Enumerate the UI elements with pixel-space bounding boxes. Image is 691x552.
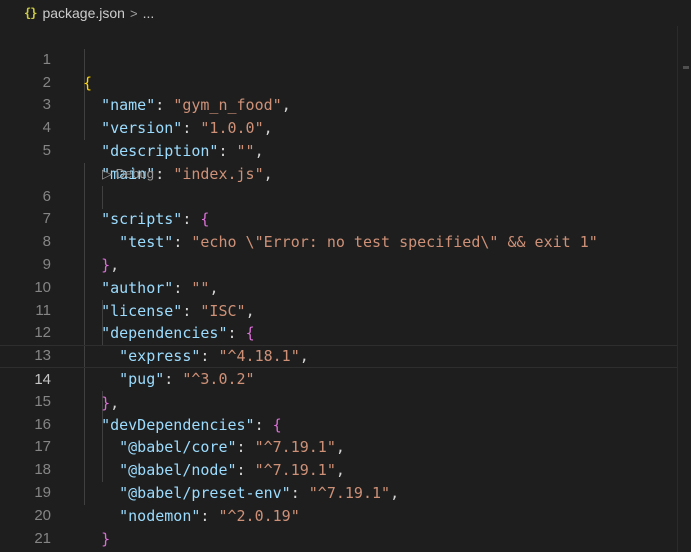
code-line[interactable]: 1 { [0,26,677,92]
code-line[interactable]: 22 [0,528,677,551]
breadcrumb-more[interactable]: ... [143,5,155,21]
scrollbar-marker [683,66,689,69]
breadcrumb-file[interactable]: package.json [42,5,125,21]
code-line[interactable]: 9 "author": "", [0,231,677,297]
code-line[interactable]: 16 "@babel/core": "^7.19.1", [0,391,677,457]
code-line[interactable]: 6 "scripts": { [0,163,677,229]
code-line[interactable]: 20 } [0,482,677,548]
current-code-line[interactable]: 14 }, [0,345,677,412]
vertical-scrollbar[interactable] [677,26,691,552]
code-editor[interactable]: {} package.json > ... 1 { 2 "name": "gym… [0,0,691,552]
code-line[interactable]: 5 "main": "index.js", [0,117,677,183]
code-area[interactable]: 1 { 2 "name": "gym_n_food", 3 "version":… [0,26,677,550]
code-line[interactable]: 2 "name": "gym_n_food", [0,49,677,115]
code-line[interactable]: 11 "dependencies": { [0,277,677,343]
codelens-line: ▷ Debug [0,140,677,181]
code-line[interactable]: 4 "description": "", [0,94,677,160]
code-line[interactable]: 10 "license": "ISC", [0,254,677,320]
code-line[interactable]: 7 "test": "echo \"Error: no test specifi… [0,186,677,251]
code-line[interactable]: 19 "nodemon": "^2.0.19" [0,459,677,525]
code-line[interactable]: 21 } [0,505,677,547]
code-line[interactable]: 8 }, [0,208,677,274]
chevron-right-icon: > [129,5,138,21]
breadcrumb: {} package.json > ... [0,0,691,26]
code-line[interactable]: 13 "pug": "^3.0.2" [0,322,677,388]
code-line[interactable]: 18 "@babel/preset-env": "^7.19.1", [0,436,677,502]
code-line[interactable]: 12 "express": "^4.18.1", [0,300,677,365]
code-line[interactable]: 15 "devDependencies": { [0,368,677,434]
code-line[interactable]: 17 "@babel/node": "^7.19.1", [0,414,677,479]
json-file-icon: {} [24,6,37,20]
code-line[interactable]: 3 "version": "1.0.0", [0,72,677,137]
